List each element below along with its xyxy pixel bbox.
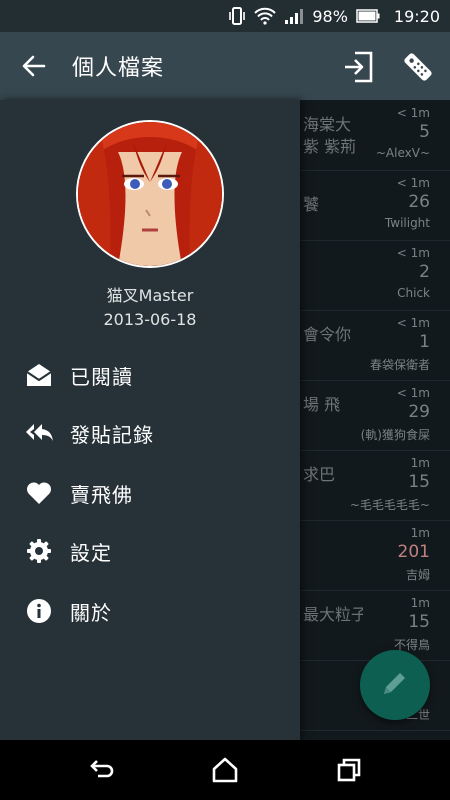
avatar[interactable] <box>76 120 224 268</box>
thread-time: 1m <box>410 526 430 540</box>
thread-author: (軌)獲狗食屎 <box>360 428 430 442</box>
thread-count: 29 <box>408 402 430 422</box>
menu-item-label: 發貼記錄 <box>70 422 154 447</box>
thread-author: Chick <box>397 286 430 300</box>
status-bar: 98% 19:20 <box>0 0 450 32</box>
menu-item-favorites[interactable]: 賣飛佛 <box>0 466 300 520</box>
thread-time: < 1m <box>396 386 430 400</box>
battery-percent: 98% <box>312 6 348 26</box>
pencil-icon <box>380 668 410 702</box>
menu-item-about[interactable]: 關於 <box>0 584 300 638</box>
thread-author: 春袋保衛者 <box>369 358 430 372</box>
thread-title: 饕 <box>303 195 320 214</box>
thread-count: 2 <box>419 262 430 282</box>
menu-item-read[interactable]: 已閱讀 <box>0 348 300 402</box>
thread-title: 求巴 <box>303 465 336 484</box>
info-icon <box>24 596 54 626</box>
thread-author: ~AlexV~ <box>375 146 430 160</box>
thread-count: 26 <box>408 192 430 212</box>
thread-count: 1 <box>419 332 430 352</box>
username: 猫叉Master <box>106 286 194 305</box>
reply-all-icon <box>24 418 54 448</box>
thread-title: 海棠大紫 紫荊 <box>303 115 357 156</box>
thread-time: < 1m <box>396 176 430 190</box>
app-bar: 個人檔案 <box>0 32 450 100</box>
wifi-icon <box>254 7 277 25</box>
join-date: 2013-06-18 <box>103 310 197 329</box>
thread-time: < 1m <box>396 106 430 120</box>
login-icon[interactable] <box>342 50 376 84</box>
battery-icon <box>356 9 380 23</box>
menu-item-label: 關於 <box>70 600 112 625</box>
thread-count: 15 <box>408 612 430 632</box>
thread-author: Twilight <box>384 216 430 230</box>
menu-item-settings[interactable]: 設定 <box>0 524 300 578</box>
thread-author: ~毛毛毛毛毛~ <box>349 498 430 512</box>
thread-author: 吉姆 <box>405 568 430 582</box>
system-nav-bar <box>0 740 450 800</box>
home-nav-icon[interactable] <box>210 755 240 785</box>
menu-item-label: 已閱讀 <box>70 364 133 389</box>
vibrate-icon <box>228 6 246 26</box>
thread-time: < 1m <box>396 246 430 260</box>
thread-title: 場 飛 <box>303 395 341 414</box>
thread-title: 最大粒子 <box>303 605 363 624</box>
thread-time: < 1m <box>396 316 430 330</box>
heart-icon <box>24 478 54 508</box>
thread-time: 1m <box>410 596 430 610</box>
back-arrow-icon[interactable] <box>20 52 48 80</box>
back-nav-icon[interactable] <box>86 755 116 785</box>
recents-nav-icon[interactable] <box>334 755 364 785</box>
compose-button[interactable] <box>360 650 430 720</box>
clock: 19:20 <box>393 6 440 26</box>
navigation-drawer: 猫叉Master 2013-06-18 已閱讀 發貼記錄 賣飛佛 設定 關於 <box>0 100 300 740</box>
thread-count: 15 <box>408 472 430 492</box>
signal-icon <box>284 7 304 25</box>
envelope-open-icon <box>24 360 54 390</box>
page-title: 個人檔案 <box>72 56 165 81</box>
menu-item-post-history[interactable]: 發貼記錄 <box>0 406 300 460</box>
menu-item-label: 設定 <box>70 540 112 565</box>
gear-icon <box>24 536 54 566</box>
thread-count: 5 <box>419 122 430 142</box>
thread-count: 201 <box>397 542 430 562</box>
menu-item-label: 賣飛佛 <box>70 482 133 507</box>
thread-time: 1m <box>410 456 430 470</box>
remote-control-icon[interactable] <box>400 49 436 85</box>
thread-title: 會令你 <box>303 325 352 344</box>
